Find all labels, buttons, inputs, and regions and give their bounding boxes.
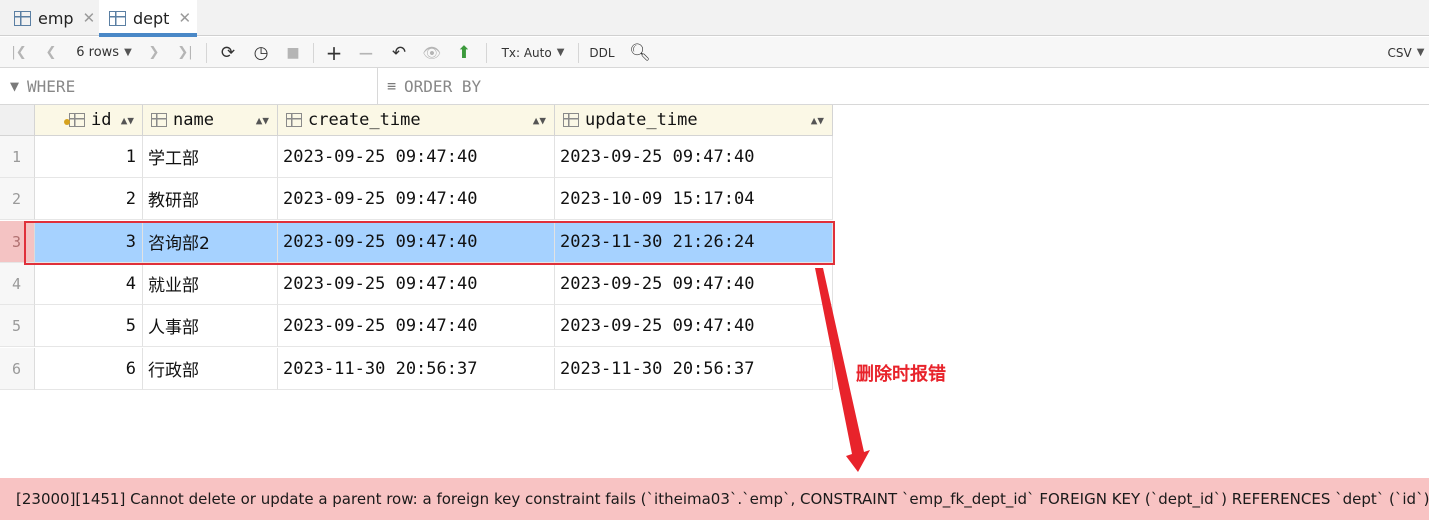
column-header-name[interactable]: name ▲▼: [143, 105, 278, 136]
cell-update-time[interactable]: 2023-11-30 21:26:24: [555, 221, 833, 263]
tab-dept-label: dept: [133, 8, 170, 28]
submit-icon[interactable]: ⬆: [453, 37, 475, 68]
search-icon[interactable]: 🔍︎: [628, 37, 652, 68]
chevron-down-icon: ▼: [556, 47, 565, 58]
row-number: 5: [0, 305, 35, 347]
cell-create-time[interactable]: 2023-11-30 20:56:37: [278, 348, 555, 390]
next-page-icon[interactable]: ❯: [143, 37, 165, 68]
sort-icon[interactable]: ▲▼: [256, 114, 269, 127]
row-number: 2: [0, 178, 35, 220]
cell-name[interactable]: 咨询部2: [143, 221, 278, 263]
rows-count-label: 6 rows: [76, 45, 120, 60]
column-header-create-time[interactable]: create_time ▲▼: [278, 105, 555, 136]
column-header-label: update_time: [585, 110, 698, 130]
cell-update-time[interactable]: 2023-09-25 09:47:40: [555, 263, 833, 305]
cell-create-time[interactable]: 2023-09-25 09:47:40: [278, 263, 555, 305]
column-header-id[interactable]: id ▲▼: [35, 105, 143, 136]
chevron-down-icon: ▼: [1416, 47, 1425, 58]
column-header-label: name: [173, 110, 214, 130]
cell-name[interactable]: 教研部: [143, 178, 278, 220]
cell-create-time[interactable]: 2023-09-25 09:47:40: [278, 221, 555, 263]
cell-create-time[interactable]: 2023-09-25 09:47:40: [278, 178, 555, 220]
prev-page-icon[interactable]: ❮: [40, 37, 62, 68]
cell-id[interactable]: 5: [35, 305, 143, 347]
order-by-input[interactable]: ≡ ORDER BY: [379, 68, 481, 104]
cell-id[interactable]: 1: [35, 136, 143, 178]
column-icon: [151, 113, 167, 127]
cell-id[interactable]: 2: [35, 178, 143, 220]
delete-row-icon[interactable]: −: [355, 37, 377, 68]
column-header-label: create_time: [308, 110, 421, 130]
cell-update-time[interactable]: 2023-10-09 15:17:04: [555, 178, 833, 220]
order-by-placeholder: ORDER BY: [404, 76, 482, 96]
error-message: [23000][1451] Cannot delete or update a …: [0, 478, 1429, 520]
chevron-down-icon: ▼: [124, 47, 132, 58]
tab-dept[interactable]: dept ✕: [99, 0, 197, 37]
cell-id[interactable]: 3: [35, 221, 143, 263]
cell-name[interactable]: 学工部: [143, 136, 278, 178]
revert-icon[interactable]: ↶: [388, 37, 410, 68]
tx-mode-label: Tx: Auto: [501, 45, 552, 60]
cell-update-time[interactable]: 2023-09-25 09:47:40: [555, 136, 833, 178]
cell-id[interactable]: 6: [35, 348, 143, 390]
row-number: 1: [0, 136, 35, 178]
where-filter-input[interactable]: ▼ WHERE: [0, 68, 378, 104]
cell-id[interactable]: 4: [35, 263, 143, 305]
add-row-icon[interactable]: +: [323, 37, 345, 68]
first-page-icon[interactable]: |❮: [8, 37, 30, 68]
sort-icon[interactable]: ▲▼: [121, 114, 134, 127]
tab-emp[interactable]: emp ✕: [0, 0, 98, 36]
editor-tab-bar: emp ✕ dept ✕: [0, 0, 1429, 37]
column-icon: [286, 113, 302, 127]
column-header-update-time[interactable]: update_time ▲▼: [555, 105, 833, 136]
primary-key-icon: [64, 113, 85, 127]
tx-mode-selector[interactable]: Tx: Auto ▼: [496, 37, 570, 68]
refresh-icon[interactable]: ⟳: [216, 37, 240, 68]
cell-create-time[interactable]: 2023-09-25 09:47:40: [278, 136, 555, 178]
row-number: 6: [0, 348, 35, 390]
filter-bar: ▼ WHERE ≡ ORDER BY: [0, 68, 1429, 105]
cell-name[interactable]: 人事部: [143, 305, 278, 347]
rows-selector[interactable]: 6 rows ▼: [72, 37, 136, 68]
stop-icon[interactable]: ■: [282, 37, 304, 68]
data-toolbar: |❮ ❮ 6 rows ▼ ❯ ❯| ⟳ ◷ ■ + − ↶ 👁 ⬆ Tx: Au…: [0, 37, 1429, 68]
sort-icon[interactable]: ▲▼: [811, 114, 824, 127]
export-format-label: CSV: [1387, 45, 1412, 60]
row-number: 3: [0, 221, 35, 263]
clock-icon[interactable]: ◷: [249, 37, 273, 68]
cell-update-time[interactable]: 2023-11-30 20:56:37: [555, 348, 833, 390]
preview-icon[interactable]: 👁: [420, 37, 444, 68]
last-page-icon[interactable]: ❯|: [174, 37, 196, 68]
row-number: 4: [0, 263, 35, 305]
row-number-header: [0, 105, 35, 136]
sort-icon[interactable]: ▲▼: [533, 114, 546, 127]
tab-emp-label: emp: [38, 8, 74, 28]
filter-icon: ▼: [10, 77, 20, 95]
annotation-text: 删除时报错: [856, 364, 946, 385]
close-icon[interactable]: ✕: [83, 9, 96, 27]
table-icon: [109, 10, 126, 26]
close-icon[interactable]: ✕: [178, 9, 191, 27]
table-icon: [14, 10, 31, 26]
column-header-label: id: [91, 110, 112, 130]
ddl-button[interactable]: DDL: [586, 37, 618, 68]
sort-lines-icon: ≡: [387, 77, 397, 95]
where-placeholder: WHERE: [27, 76, 76, 96]
cell-name[interactable]: 就业部: [143, 263, 278, 305]
cell-update-time[interactable]: 2023-09-25 09:47:40: [555, 305, 833, 347]
column-icon: [563, 113, 579, 127]
export-format-selector[interactable]: CSV ▼: [1384, 37, 1428, 68]
cell-name[interactable]: 行政部: [143, 348, 278, 390]
cell-create-time[interactable]: 2023-09-25 09:47:40: [278, 305, 555, 347]
